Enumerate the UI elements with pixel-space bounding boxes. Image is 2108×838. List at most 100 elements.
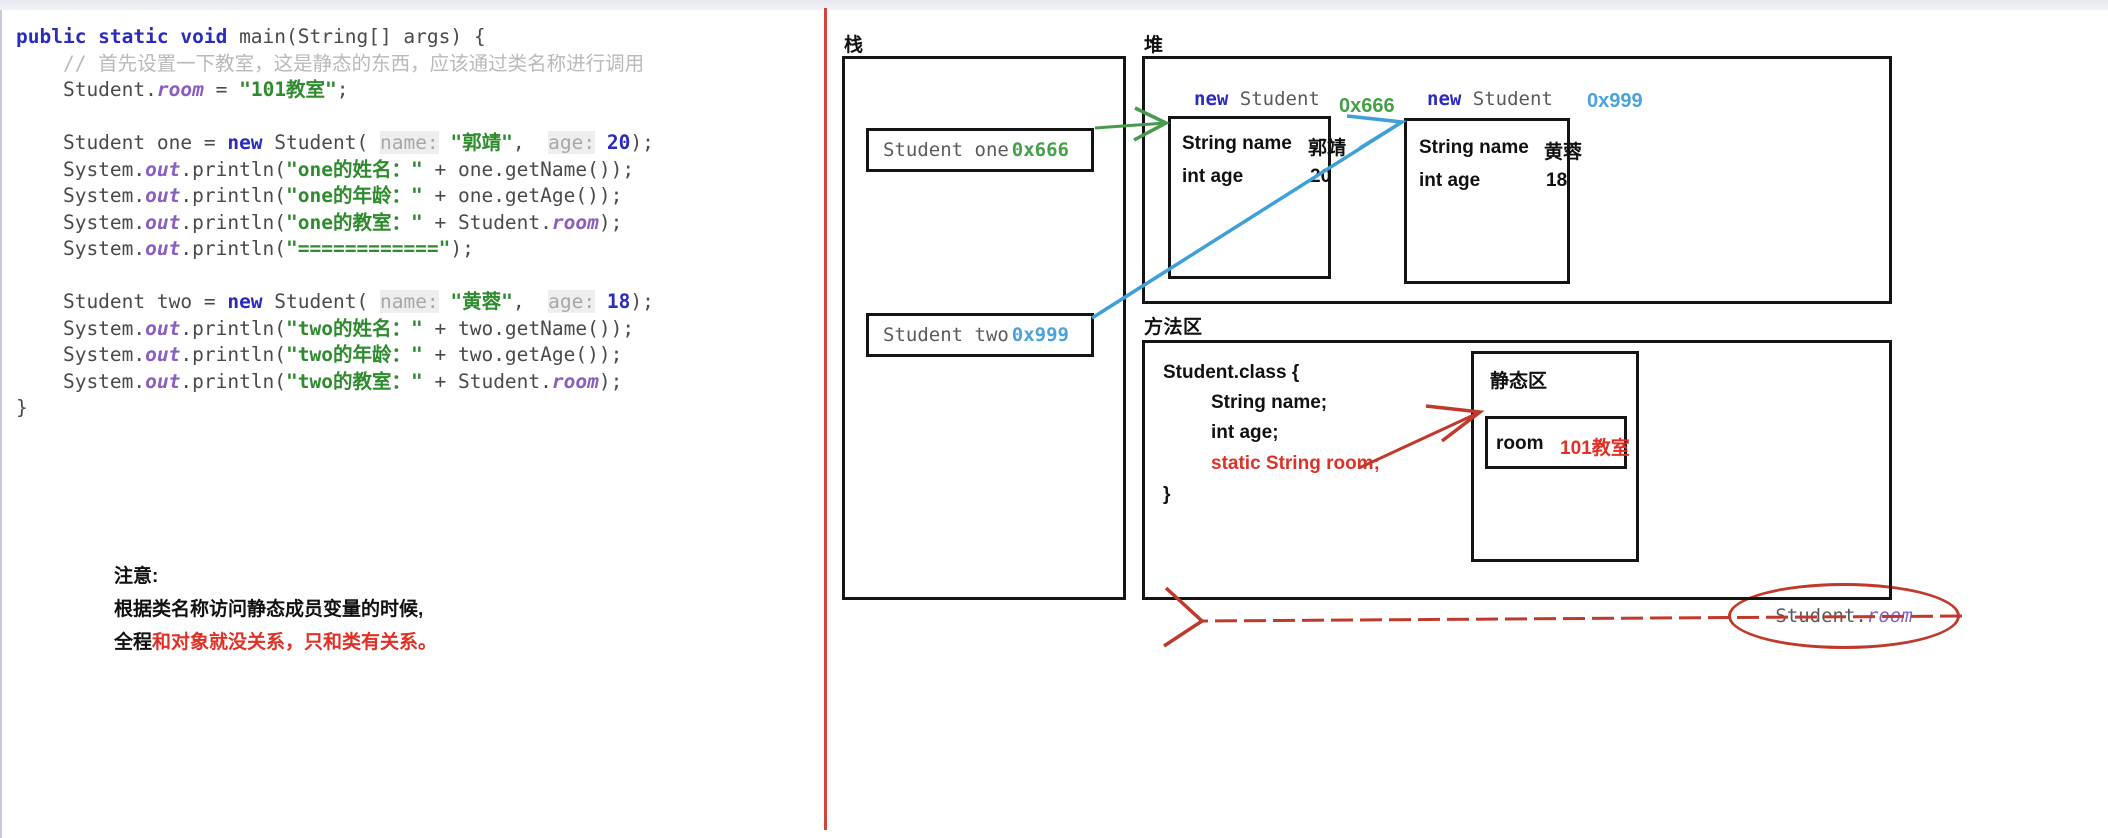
code-line: Student two = new Student( name: "黄蓉", a…	[16, 289, 654, 316]
code-token: + one.getAge());	[422, 184, 623, 207]
stack-zone-label: 栈	[844, 35, 864, 56]
code-token: ;	[336, 78, 349, 101]
code-token: new	[227, 131, 263, 154]
note-annotation: 注意: 根据类名称访问静态成员变量的时候, 全程和对象就没关系，只和类有关系。	[114, 560, 437, 659]
vertical-red-divider	[824, 8, 827, 830]
code-token: name:	[379, 131, 439, 154]
code-token: + Student.	[422, 369, 552, 393]
method-area-class-line-5: }	[1163, 484, 1171, 505]
code-token: System.	[16, 157, 146, 181]
code-token: Student(	[262, 290, 380, 313]
stack-variable-one-name: Student one	[883, 139, 1009, 161]
code-token: out	[145, 157, 181, 181]
code-token: .println(	[180, 316, 287, 340]
heap-object-2-address: 0x999	[1587, 90, 1643, 112]
heap-object-1-address: 0x666	[1339, 95, 1395, 117]
code-token: );	[450, 237, 474, 260]
heap-object-1-field-1-decl: String name	[1182, 133, 1292, 154]
heap-object-2-new-keyword: new	[1427, 88, 1462, 110]
code-token: Student(	[262, 131, 380, 154]
code-line: Student.room = "101教室";	[16, 77, 654, 104]
code-token: out	[145, 316, 181, 340]
code-token: room	[551, 210, 599, 234]
code-line: System.out.println("two的年龄：" + two.getAg…	[16, 342, 654, 369]
method-area-class-line-4: static String room;	[1211, 453, 1380, 474]
code-line: public static void main(String[] args) {	[16, 24, 654, 51]
code-token: "one的教室："	[286, 210, 423, 234]
heap-object-2-field-2-value: 18	[1546, 170, 1568, 191]
code-line: System.out.println("one的姓名：" + one.getNa…	[16, 157, 654, 184]
code-token: Student.	[16, 78, 157, 101]
code-token: .println(	[180, 369, 287, 393]
code-token: + one.getName());	[422, 157, 635, 181]
heap-zone-label: 堆	[1144, 35, 1164, 56]
code-token: "郭靖"	[450, 131, 513, 154]
static-access-annotation-field: room	[1866, 605, 1913, 627]
code-token: out	[145, 237, 181, 260]
code-token: .println(	[180, 184, 287, 207]
code-token: System.	[16, 210, 146, 234]
code-token: out	[145, 210, 181, 234]
code-token: System.	[16, 343, 146, 366]
code-token: .println(	[180, 210, 287, 234]
stack-variable-two-address: 0x999	[1011, 324, 1069, 346]
code-line: System.out.println("============");	[16, 236, 654, 263]
code-token: room	[551, 369, 599, 393]
heap-object-1-new-keyword: new	[1194, 88, 1229, 110]
code-token: }	[16, 396, 28, 419]
code-token: System.	[16, 316, 146, 340]
note-title: 注意:	[114, 566, 159, 587]
code-editor-pane: public static void main(String[] args) {…	[0, 10, 822, 838]
note-line-2-red: 和对象就没关系，只和类有关系。	[152, 632, 438, 653]
code-token: .println(	[180, 343, 287, 366]
code-token: ,	[512, 290, 549, 313]
code-token: // 首先设置一下教室，这是静态的东西，应该通过类名称进行调用	[16, 51, 645, 75]
code-token: age:	[548, 131, 596, 154]
code-token: =	[203, 78, 240, 101]
code-token: age:	[548, 290, 596, 313]
method-area-class-line-1: Student.class {	[1163, 362, 1300, 383]
static-zone-entry-name: room	[1496, 433, 1544, 454]
heap-object-1-field-2-value: 20	[1310, 166, 1332, 187]
code-token: "============"	[286, 237, 451, 260]
code-token: "101教室"	[239, 78, 337, 101]
static-access-annotation-prefix: Student.	[1775, 605, 1867, 627]
heap-object-2-field-1-decl: String name	[1419, 137, 1529, 158]
code-line: System.out.println("two的姓名：" + two.getNa…	[16, 316, 654, 343]
stack-variable-one-address: 0x666	[1011, 139, 1069, 161]
code-token: 20	[606, 131, 631, 154]
note-line-2: 全程和对象就没关系，只和类有关系。	[114, 626, 437, 659]
stack-variable-two: Student two 0x999	[866, 313, 1094, 357]
code-line: // 首先设置一下教室，这是静态的东西，应该通过类名称进行调用	[16, 51, 654, 78]
code-token: Student two =	[16, 290, 228, 313]
code-token: new	[227, 290, 263, 313]
code-token: main(String[] args) {	[239, 25, 486, 48]
code-token: "two的教室："	[286, 369, 423, 393]
java-source-code: public static void main(String[] args) {…	[16, 24, 654, 422]
code-line: Student one = new Student( name: "郭靖", a…	[16, 130, 654, 157]
code-token: );	[598, 210, 623, 234]
method-area-zone-label: 方法区	[1144, 317, 1203, 338]
static-zone-entry-value: 101教室	[1560, 438, 1630, 459]
heap-object-1-field-2-decl: int age	[1182, 166, 1244, 187]
code-token: out	[145, 369, 181, 393]
heap-object-1-class-name: Student	[1239, 88, 1320, 110]
stack-variable-one: Student one 0x666	[866, 128, 1094, 172]
code-token: "one的年龄："	[286, 184, 423, 207]
code-token: + two.getAge());	[422, 343, 623, 366]
code-token: System.	[16, 237, 146, 260]
code-token: ,	[512, 131, 549, 154]
code-token: );	[630, 290, 654, 313]
code-line: System.out.println("one的教室：" + Student.r…	[16, 210, 654, 237]
heap-object-2-new-label: new Student	[1427, 88, 1553, 110]
heap-object-1-field-1-value: 郭靖	[1308, 138, 1347, 159]
heap-object-1-new-label: new Student	[1194, 88, 1320, 110]
code-token: System.	[16, 184, 146, 207]
note-line-1: 根据类名称访问静态成员变量的时候,	[114, 599, 424, 620]
